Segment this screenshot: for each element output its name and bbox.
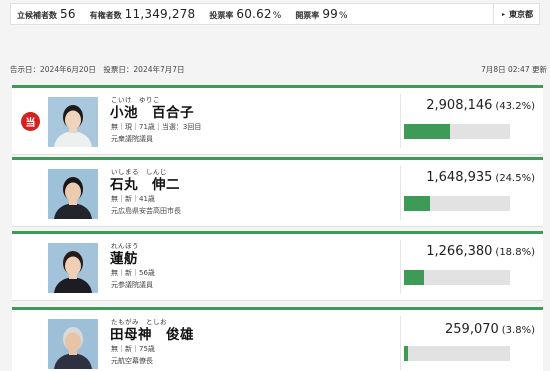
stat-counted: 開票率 99% [295,7,347,21]
stat-value: 56 [60,7,76,21]
vote-number: 1,648,935 [426,170,493,185]
divider [400,316,401,370]
vote-share-fill [404,346,409,361]
divider [400,240,401,294]
candidate-name[interactable]: 小池 百合子 [110,101,194,121]
stat-label: 投票率 [209,11,234,20]
elected-badge: 当 [21,112,40,131]
stat-label: 有権者数 [89,11,122,20]
candidate-card: れんほう 蓮舫 無｜新｜56歳 元参議院議員 1,266,380 (18.8%) [12,231,543,301]
stat-turnout: 投票率 60.62% [209,7,281,21]
candidate-name[interactable]: 田母神 俊雄 [110,323,194,343]
vote-share-bar [404,270,510,285]
vote-share-fill [404,124,450,139]
last-updated: 7月8日 02:47 更新 [481,65,547,74]
vote-count: 1,648,935 (24.5%) [405,170,535,185]
candidate-name[interactable]: 蓮舫 [110,247,138,267]
stat-value: 11,349,278 [124,7,196,21]
stat-voters: 有権者数 11,349,278 [90,7,196,21]
candidate-photo [48,97,98,147]
divider [400,94,401,148]
vote-count: 259,070 (3.8%) [405,322,535,337]
stat-unit: % [338,11,348,21]
vote-share-bar [404,196,510,211]
vote-number: 1,266,380 [426,244,493,259]
vote-share-bar [404,346,510,361]
vote-percent: (24.5%) [495,173,535,184]
candidate-photo [48,243,98,293]
candidate-card: 当こいけ ゆりこ 小池 百合子 無｜現｜71歳｜当選：3回目 元衆議院議員 2,908,… [12,85,543,155]
candidate-card: いしまる しんじ 石丸 伸二 無｜新｜41歳 元広島県安芸高田市長 1,648,935(… [12,157,543,227]
vote-number: 259,070 [445,322,499,337]
candidate-photo [48,319,98,369]
stat-value: 60.62 [236,7,272,21]
announce-dates: 告示日：2024年6月20日 投票日：2024年7月7日 [10,65,185,74]
stat-candidates: 立候補者数 56 [17,7,76,21]
stat-label: 開票率 [295,11,320,20]
candidate-photo [48,169,98,219]
candidate-attributes: 無｜新｜41歳 [111,195,155,203]
vote-percent: (3.8%) [501,325,535,336]
candidate-career: 元衆議院議員 [111,135,153,143]
divider [400,166,401,220]
vote-percent: (18.8%) [495,247,535,258]
vote-count: 1,266,380 (18.8%) [405,244,535,259]
stats-bar: 立候補者数 56 有権者数 11,349,278 投票率 60.62% 開票率 … [10,3,540,25]
caret-right-icon: ▸ [501,10,505,18]
stat-unit: % [272,11,282,21]
vote-number: 2,908,146 [426,98,493,113]
candidate-career: 元広島県安芸高田市長 [111,207,181,215]
candidate-card: たもがみ としお 田母神 俊雄 無｜新｜75歳 元航空幕僚長 259,070 (3.8%) [12,307,543,371]
vote-count: 2,908,146 (43.2%) [405,98,535,113]
vote-share-fill [404,196,430,211]
candidate-career: 元参議院議員 [111,281,153,289]
candidate-attributes: 無｜現｜71歳｜当選：3回目 [111,123,202,131]
candidate-career: 元航空幕僚長 [111,357,153,365]
vote-share-bar [404,124,510,139]
candidate-attributes: 無｜新｜75歳 [111,345,155,353]
election-meta: 告示日：2024年6月20日 投票日：2024年7月7日 7月8日 02:47 … [10,64,547,75]
candidate-attributes: 無｜新｜56歳 [111,269,155,277]
candidate-name[interactable]: 石丸 伸二 [110,173,180,193]
vote-percent: (43.2%) [495,101,535,112]
vote-share-fill [404,270,424,285]
stat-label: 立候補者数 [17,11,57,20]
region-label: 東京都 [509,9,533,19]
region-selector[interactable]: ▸ 東京都 [492,4,539,24]
stat-value: 99 [322,7,338,21]
